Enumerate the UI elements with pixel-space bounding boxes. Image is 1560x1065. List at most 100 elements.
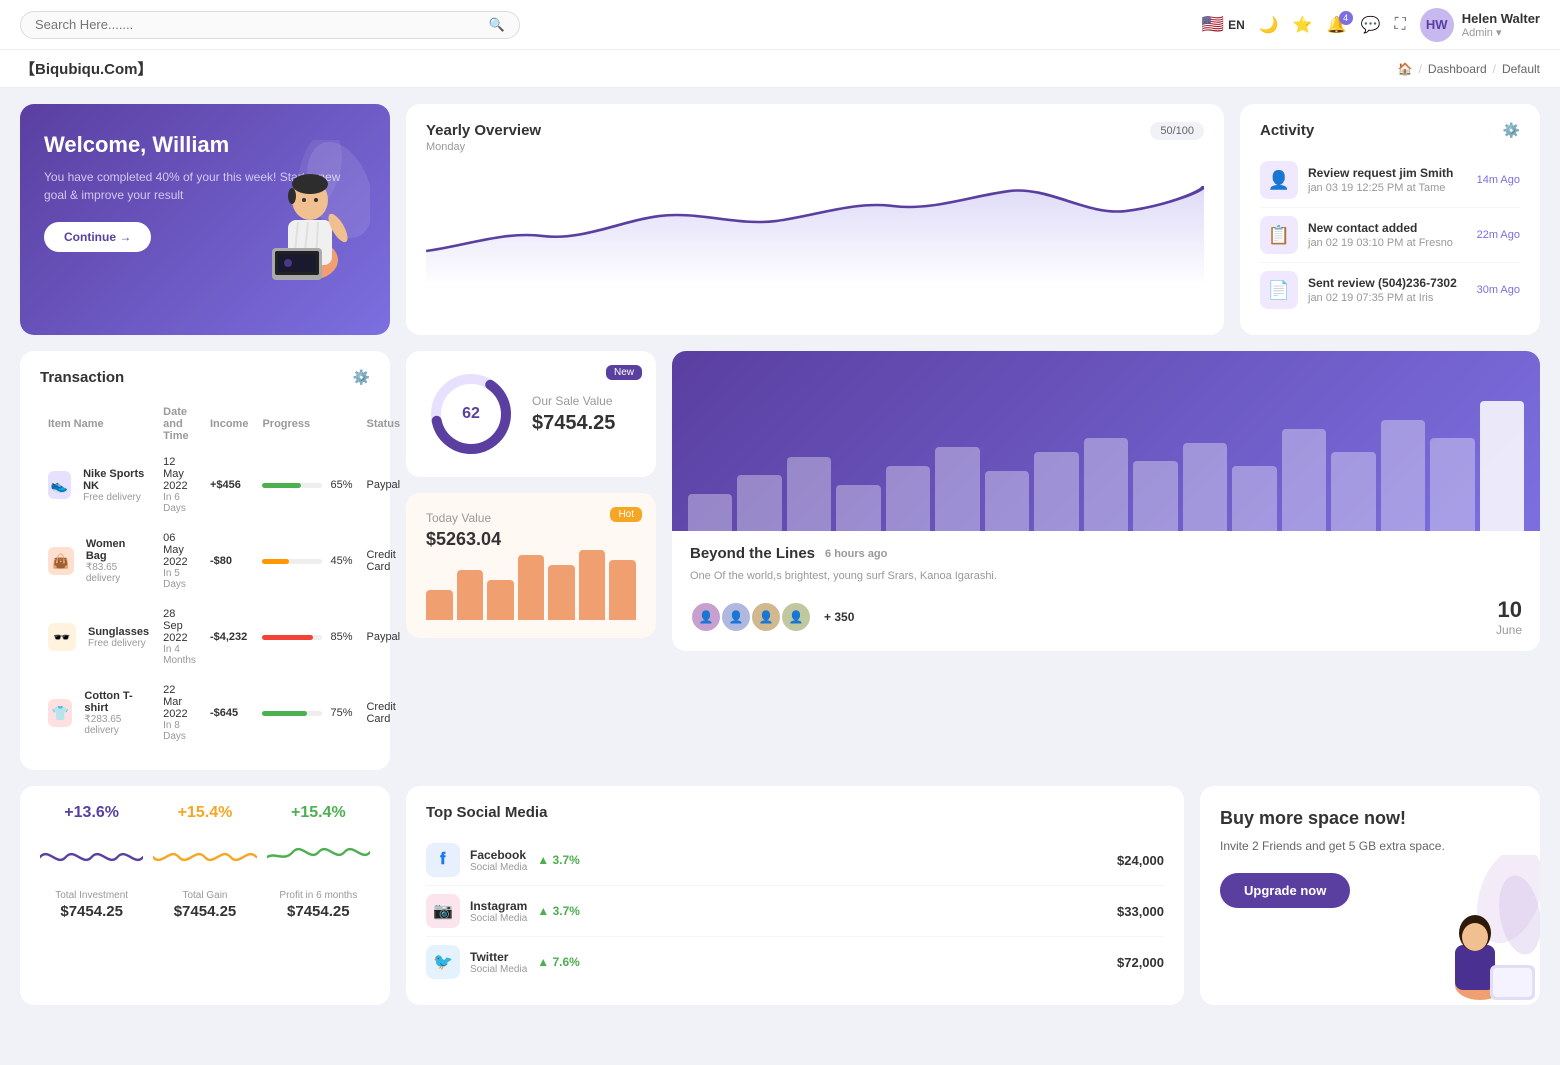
social-name: Twitter: [470, 950, 527, 964]
social-pct: ▲ 3.7%: [537, 853, 580, 867]
notification-bell[interactable]: 🔔 4: [1327, 15, 1347, 35]
progress-pct: 75%: [330, 707, 352, 719]
yearly-chart: [426, 161, 1204, 281]
avatar-4: 👤: [780, 601, 812, 633]
item-status: Paypal: [360, 600, 406, 674]
progress-bar-fill: [262, 559, 289, 564]
beyond-time: 6 hours ago: [825, 548, 887, 560]
activity-sub: jan 03 19 12:25 PM at Tame: [1308, 182, 1467, 194]
transaction-settings-icon[interactable]: ⚙️: [353, 369, 370, 386]
stat-value: $7454.25: [60, 903, 123, 920]
social-name: Instagram: [470, 899, 527, 913]
activity-settings-icon[interactable]: ⚙️: [1503, 122, 1520, 139]
table-row: 👕 Cotton T-shirt ₹283.65 delivery 22 Mar…: [42, 676, 406, 750]
social-item: 📷 Instagram Social Media ▲ 3.7% $33,000: [426, 886, 1164, 937]
yearly-title: Yearly Overview: [426, 122, 541, 139]
item-days: In 5 Days: [163, 568, 196, 590]
beyond-bar: [836, 485, 880, 531]
upgrade-button[interactable]: Upgrade now: [1220, 873, 1350, 908]
bookmark-icon[interactable]: ⭐: [1293, 15, 1313, 35]
language-selector[interactable]: 🇺🇸 EN: [1202, 14, 1245, 35]
item-name: Women Bag: [86, 538, 149, 562]
item-date: 22 Mar 2022: [163, 684, 196, 720]
user-role: Admin ▾: [1462, 26, 1540, 39]
activity-time: 14m Ago: [1477, 174, 1520, 186]
row-1: Welcome, William You have completed 40% …: [20, 104, 1540, 335]
activity-item: 📄 Sent review (504)236-7302 jan 02 19 07…: [1260, 263, 1520, 317]
item-income: -$645: [204, 676, 255, 750]
language-label: EN: [1228, 18, 1245, 32]
yearly-subtitle: Monday: [426, 141, 541, 153]
user-name: Helen Walter: [1462, 11, 1540, 26]
wave-chart: [153, 832, 256, 882]
activity-card: Activity ⚙️ 👤 Review request jim Smith j…: [1240, 104, 1540, 335]
today-bar: [457, 570, 484, 620]
continue-button[interactable]: Continue →: [44, 222, 151, 252]
social-amount: $24,000: [1117, 853, 1164, 868]
stat-item: +15.4% Total Gain $7454.25: [153, 804, 256, 920]
social-pct: ▲ 3.7%: [537, 904, 580, 918]
top-navigation: 🔍 🇺🇸 EN 🌙 ⭐ 🔔 4 💬 ⛶ HW Helen Walter Admi…: [0, 0, 1560, 50]
sale-cards: New 62 Our Sale Value $7454.25: [406, 351, 656, 638]
today-bar: [579, 550, 606, 620]
beyond-bar: [688, 494, 732, 531]
user-menu[interactable]: HW Helen Walter Admin ▾: [1420, 8, 1540, 42]
row-2: Transaction ⚙️ Item NameDate and TimeInc…: [20, 351, 1540, 770]
activity-title: Review request jim Smith: [1308, 166, 1467, 180]
activity-title: Activity: [1260, 122, 1314, 139]
yearly-badge: 50/100: [1150, 122, 1204, 140]
beyond-bar: [1381, 420, 1425, 531]
stat-pct: +13.6%: [64, 804, 119, 822]
trans-column-header: Income: [204, 402, 255, 446]
theme-toggle[interactable]: 🌙: [1259, 15, 1279, 35]
beyond-bar: [1183, 443, 1227, 531]
item-name: Sunglasses: [88, 626, 149, 638]
user-details: Helen Walter Admin ▾: [1462, 11, 1540, 39]
breadcrumb-dashboard[interactable]: Dashboard: [1428, 62, 1487, 76]
item-status: Credit Card: [360, 676, 406, 750]
trans-column-header: Status: [360, 402, 406, 446]
social-title: Top Social Media: [426, 804, 1164, 821]
stats-grid: +13.6% Total Investment $7454.25 +15.4% …: [40, 804, 370, 920]
expand-icon[interactable]: ⛶: [1395, 16, 1406, 34]
wave-chart: [267, 832, 370, 882]
trans-column-header: Item Name: [42, 402, 155, 446]
beyond-bar: [787, 457, 831, 531]
activity-sub: jan 02 19 07:35 PM at Iris: [1308, 292, 1467, 304]
beyond-bar: [1331, 452, 1375, 531]
transaction-header: Transaction ⚙️: [40, 369, 370, 386]
home-icon[interactable]: 🏠: [1398, 62, 1413, 76]
item-name: Nike Sports NK: [83, 468, 149, 492]
search-input[interactable]: [35, 17, 481, 32]
item-name: Cotton T-shirt: [84, 690, 149, 714]
transaction-title: Transaction: [40, 369, 124, 386]
item-income: -$4,232: [204, 600, 255, 674]
row-3: +13.6% Total Investment $7454.25 +15.4% …: [20, 786, 1540, 1005]
activity-title: New contact added: [1308, 221, 1467, 235]
progress-bar-fill: [262, 635, 313, 640]
upgrade-illustration: [1390, 845, 1540, 1005]
activity-content: Sent review (504)236-7302 jan 02 19 07:3…: [1308, 276, 1467, 304]
breadcrumb-default: Default: [1502, 62, 1540, 76]
transaction-card: Transaction ⚙️ Item NameDate and TimeInc…: [20, 351, 390, 770]
beyond-bar: [737, 475, 781, 531]
item-sub: ₹283.65 delivery: [84, 714, 149, 736]
activity-item: 👤 Review request jim Smith jan 03 19 12:…: [1260, 153, 1520, 208]
item-date: 06 May 2022: [163, 532, 196, 568]
today-bar: [487, 580, 514, 620]
brand-title: 【Biqubiqu.Com】: [20, 58, 152, 79]
sale-label: Our Sale Value: [532, 394, 615, 408]
stat-value: $7454.25: [174, 903, 237, 920]
progress-bar-fill: [262, 711, 307, 716]
beyond-bar: [1480, 401, 1524, 531]
item-date: 12 May 2022: [163, 456, 196, 492]
beyond-bar: [1084, 438, 1128, 531]
item-days: In 4 Months: [163, 644, 196, 666]
progress-bar-wrap: [262, 635, 322, 640]
item-sub: Free delivery: [83, 492, 149, 503]
item-status: Credit Card: [360, 524, 406, 598]
social-icon: 🐦: [426, 945, 460, 979]
beyond-bar: [935, 447, 979, 531]
chat-icon[interactable]: 💬: [1361, 15, 1381, 35]
progress-bar-wrap: [262, 559, 322, 564]
